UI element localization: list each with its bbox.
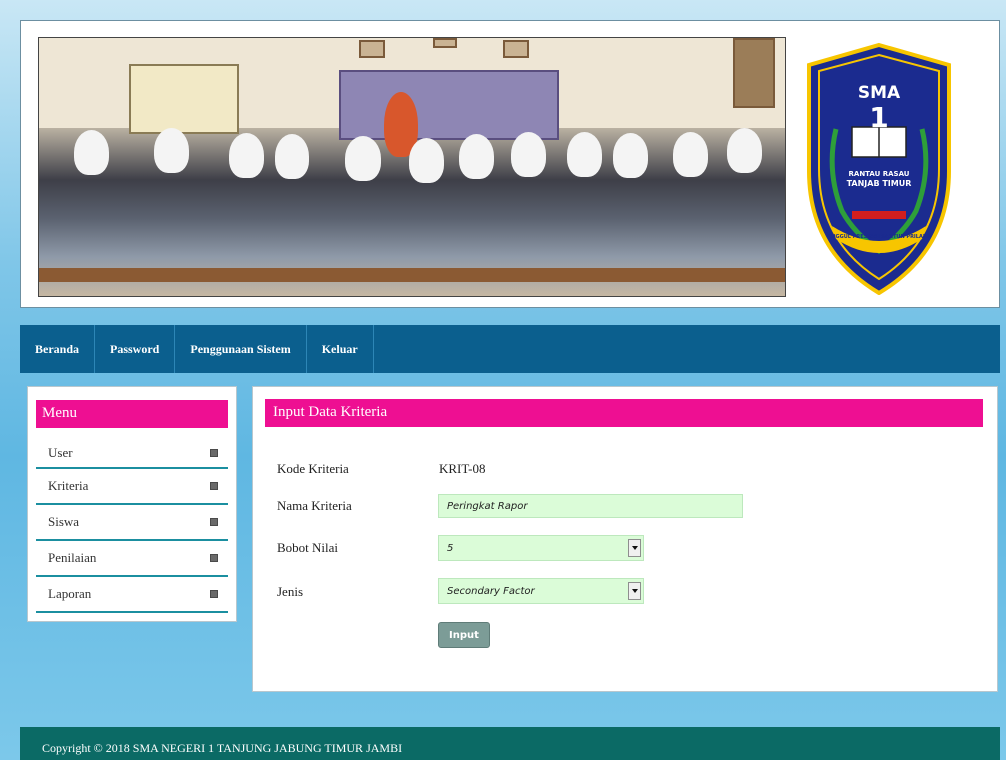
nav-password[interactable]: Password bbox=[95, 325, 176, 373]
student bbox=[345, 136, 381, 181]
page-title: Input Data Kriteria bbox=[265, 399, 983, 427]
wall-banner bbox=[339, 70, 559, 140]
kode-kriteria-value: KRIT-08 bbox=[439, 461, 486, 476]
student bbox=[511, 132, 546, 177]
chevron-down-icon[interactable] bbox=[628, 582, 641, 600]
logo-place-line2: TANJAB TIMUR bbox=[846, 179, 912, 188]
arrow-right-icon bbox=[210, 482, 218, 490]
header-frame: SMA 1 RANTAU RASAU TANJAB TIMUR UNGGUL P… bbox=[20, 20, 1000, 308]
kode-kriteria-label: Kode Kriteria bbox=[277, 461, 349, 476]
logo-number: 1 bbox=[869, 101, 889, 134]
bench bbox=[39, 268, 785, 282]
logo-place-line1: RANTAU RASAU bbox=[848, 170, 910, 178]
student bbox=[74, 130, 109, 175]
bobot-nilai-select[interactable]: 5 bbox=[438, 535, 644, 561]
student bbox=[229, 133, 264, 178]
nama-kriteria-input[interactable] bbox=[438, 494, 743, 518]
bobot-nilai-selected: 5 bbox=[447, 542, 454, 554]
sidebar-title: Menu bbox=[36, 400, 228, 428]
arrow-right-icon bbox=[210, 449, 218, 457]
wall-board bbox=[129, 64, 239, 134]
student bbox=[567, 132, 602, 177]
school-logo: SMA 1 RANTAU RASAU TANJAB TIMUR UNGGUL P… bbox=[804, 41, 954, 296]
footer: Copyright © 2018 SMA NEGERI 1 TANJUNG JA… bbox=[20, 727, 1000, 760]
sidebar-list: User Kriteria Siswa Penilaian Laporan bbox=[36, 439, 228, 613]
wall-frame bbox=[433, 38, 457, 48]
sidebar-item-label: Laporan bbox=[48, 586, 92, 601]
sidebar-menu: Menu User Kriteria Siswa Penilaian Lapor… bbox=[27, 386, 237, 622]
arrow-right-icon bbox=[210, 590, 218, 598]
student bbox=[613, 133, 648, 178]
chevron-down-icon[interactable] bbox=[628, 539, 641, 557]
shield-logo-icon bbox=[807, 42, 951, 296]
bobot-nilai-label: Bobot Nilai bbox=[277, 540, 339, 555]
nama-kriteria-label: Nama Kriteria bbox=[277, 498, 352, 513]
jenis-selected: Secondary Factor bbox=[447, 585, 535, 597]
sidebar-item-label: Penilaian bbox=[48, 550, 97, 565]
sidebar-item-label: Kriteria bbox=[48, 478, 89, 493]
logo-motto: UNGGUL PRESTASI SANTUN PRILAKU bbox=[827, 234, 931, 240]
sidebar-item-laporan[interactable]: Laporan bbox=[36, 577, 228, 613]
sidebar-item-label: User bbox=[48, 445, 73, 460]
main-navbar: Beranda Password Penggunaan Sistem Kelua… bbox=[20, 325, 1000, 373]
jenis-select[interactable]: Secondary Factor bbox=[438, 578, 644, 604]
group-photo bbox=[38, 37, 786, 297]
arrow-right-icon bbox=[210, 554, 218, 562]
student bbox=[459, 134, 494, 179]
input-button[interactable]: Input bbox=[438, 622, 490, 648]
sidebar-item-kriteria[interactable]: Kriteria bbox=[36, 469, 228, 505]
student bbox=[275, 134, 309, 179]
sidebar-item-user[interactable]: User bbox=[36, 439, 228, 469]
arrow-right-icon bbox=[210, 518, 218, 526]
nav-keluar[interactable]: Keluar bbox=[307, 325, 374, 373]
sidebar-item-penilaian[interactable]: Penilaian bbox=[36, 541, 228, 577]
wall-frame bbox=[503, 40, 529, 58]
student bbox=[673, 132, 708, 177]
wall-frame bbox=[359, 40, 385, 58]
sidebar-item-label: Siswa bbox=[48, 514, 80, 529]
student bbox=[409, 138, 444, 183]
wall-stairs bbox=[733, 38, 775, 108]
student bbox=[154, 128, 189, 173]
nav-penggunaan-sistem[interactable]: Penggunaan Sistem bbox=[175, 325, 307, 373]
student bbox=[727, 128, 762, 173]
logo-title: SMA bbox=[857, 83, 901, 103]
jenis-label: Jenis bbox=[277, 584, 303, 599]
sidebar-item-siswa[interactable]: Siswa bbox=[36, 505, 228, 541]
content-panel: Input Data Kriteria Kode Kriteria KRIT-0… bbox=[252, 386, 998, 692]
nav-beranda[interactable]: Beranda bbox=[20, 325, 96, 373]
